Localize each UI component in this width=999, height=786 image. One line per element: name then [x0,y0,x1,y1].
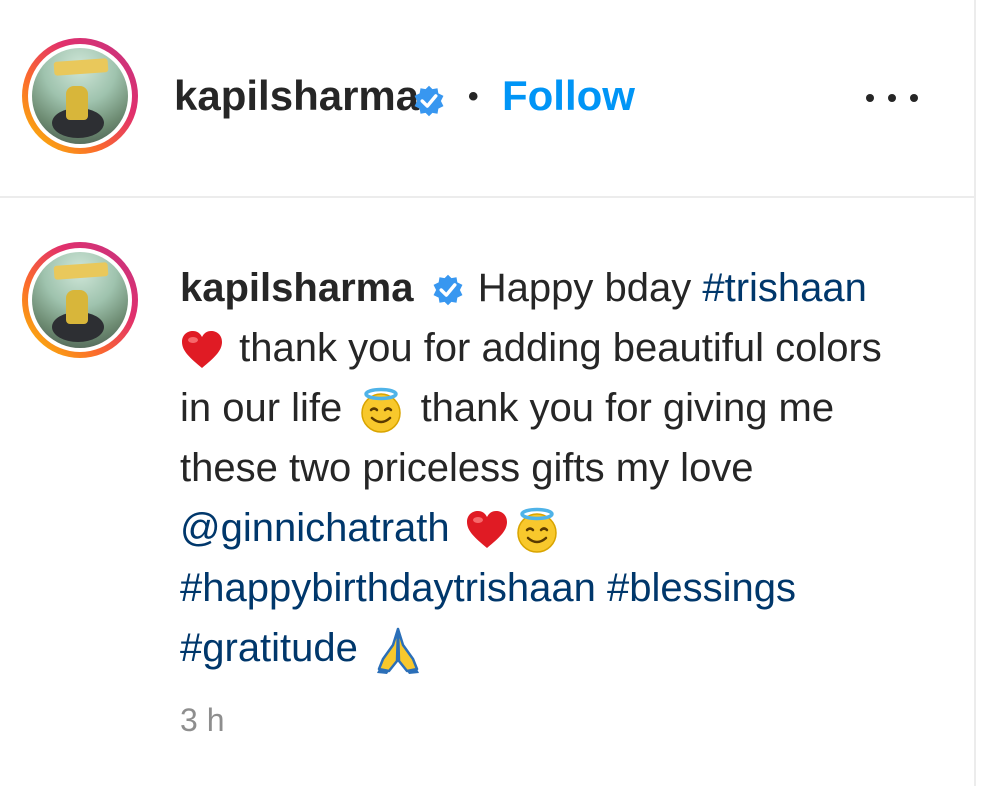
smiling-face-with-halo-emoji [517,508,557,554]
post-timestamp[interactable]: 3 h [180,702,224,739]
avatar[interactable] [22,38,138,154]
post-header: kapilsharma • Follow [0,0,974,198]
red-heart-emoji [182,331,222,369]
separator-dot: • [468,80,479,113]
smiling-face-with-halo-emoji [361,388,402,434]
comment-avatar[interactable] [22,242,138,358]
hashtag-link[interactable]: #happybirthdaytrishaan [180,566,596,610]
post-caption: kapilsharma Happy bday #trishaan thank y… [180,258,920,678]
folded-hands-emoji [377,628,420,675]
verified-badge-icon [433,275,463,306]
avatar-image [32,252,128,348]
red-heart-emoji [466,511,507,549]
more-options-icon[interactable] [866,84,918,112]
hashtag-link[interactable]: #blessings [607,566,796,610]
post-panel: kapilsharma • Follow kapilsharma Happy b… [0,0,976,786]
hashtag-link[interactable]: #trishaan [702,266,867,310]
avatar-image [32,48,128,144]
hashtag-link[interactable]: #gratitude [180,626,358,670]
caption-text: Happy bday [477,266,692,310]
follow-button[interactable]: Follow [502,72,635,120]
caption-username[interactable]: kapilsharma [180,266,413,310]
header-username[interactable]: kapilsharma [174,72,419,120]
mention-link[interactable]: @ginnichatrath [180,506,450,550]
verified-badge-icon [414,85,444,117]
